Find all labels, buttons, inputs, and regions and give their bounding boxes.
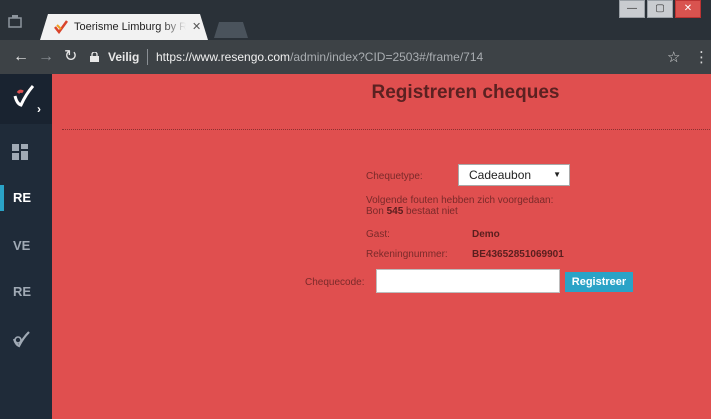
- sidebar-item-re[interactable]: RE: [0, 277, 52, 307]
- window-close-button[interactable]: ✕: [675, 0, 701, 18]
- error-message: Volgende fouten hebben zich voorgedaan: …: [366, 195, 553, 217]
- sidebar-item-re-active[interactable]: RE: [0, 183, 52, 213]
- secure-label: Veilig: [108, 50, 140, 64]
- tab-close-icon[interactable]: ✕: [192, 20, 201, 33]
- error-prefix: Bon: [366, 206, 384, 217]
- error-detail: Bon 545 bestaat niet: [366, 206, 553, 217]
- window-controls: — ▢ ✕: [617, 0, 701, 22]
- register-button[interactable]: Registreer: [565, 272, 633, 292]
- account-value: BE43652851069901: [472, 249, 564, 260]
- dashboard-icon[interactable]: [12, 144, 28, 160]
- chequecode-label: Chequecode:: [305, 277, 365, 288]
- address-bar[interactable]: https://www.resengo.com/admin/index?CID=…: [156, 50, 483, 64]
- error-heading: Volgende fouten hebben zich voorgedaan:: [366, 195, 554, 206]
- account-label: Rekeningnummer:: [366, 249, 448, 260]
- address-separator: [147, 49, 148, 65]
- title-divider: [62, 129, 710, 130]
- chequecode-input[interactable]: [376, 269, 560, 293]
- menu-icon[interactable]: ⋮: [694, 48, 709, 66]
- sidebar-logo[interactable]: ›: [0, 74, 52, 124]
- guest-value: Demo: [472, 229, 500, 240]
- maximize-button[interactable]: ▢: [647, 0, 673, 18]
- sidebar-item-ve[interactable]: VE: [0, 231, 52, 261]
- app-sidebar: › RE VE RE: [0, 74, 52, 419]
- url-path: /admin/index?CID=2503#/frame/714: [290, 50, 484, 64]
- error-suffix: bestaat niet: [406, 206, 458, 217]
- back-icon[interactable]: ←: [13, 47, 29, 67]
- chequetype-label: Chequetype:: [366, 171, 423, 182]
- window-app-icon: [8, 15, 22, 28]
- lock-icon: [90, 52, 99, 62]
- main-panel: Registreren cheques Chequetype: Cadeaubo…: [52, 74, 711, 419]
- check-logo-icon[interactable]: [12, 330, 30, 348]
- tab-title: Toerisme Limburg by Resengo: [74, 21, 186, 33]
- error-number: 545: [386, 206, 404, 217]
- browser-tab-active[interactable]: Toerisme Limburg by Resengo ✕: [40, 14, 208, 40]
- chevron-down-icon: ▼: [553, 170, 561, 179]
- guest-label: Gast:: [366, 229, 390, 240]
- reload-icon[interactable]: ↻: [64, 47, 77, 67]
- chequetype-selected-value: Cadeaubon: [469, 168, 532, 182]
- expand-chevron-icon[interactable]: ›: [37, 102, 41, 116]
- resengo-favicon: [54, 20, 68, 34]
- browser-titlebar: Toerisme Limburg by Resengo ✕ — ▢ ✕: [0, 0, 711, 40]
- chequetype-select[interactable]: Cadeaubon ▼: [458, 164, 570, 186]
- page-title: Registreren cheques: [371, 82, 560, 103]
- minimize-button[interactable]: —: [619, 0, 645, 18]
- new-tab-button[interactable]: [214, 22, 248, 38]
- url-host: https://www.resengo.com: [156, 50, 291, 64]
- browser-toolbar: ← → ↻ Veilig https://www.resengo.com/adm…: [0, 40, 711, 74]
- star-icon[interactable]: ☆: [667, 48, 680, 66]
- forward-icon[interactable]: →: [38, 47, 54, 67]
- resengo-logo-icon: [13, 85, 34, 107]
